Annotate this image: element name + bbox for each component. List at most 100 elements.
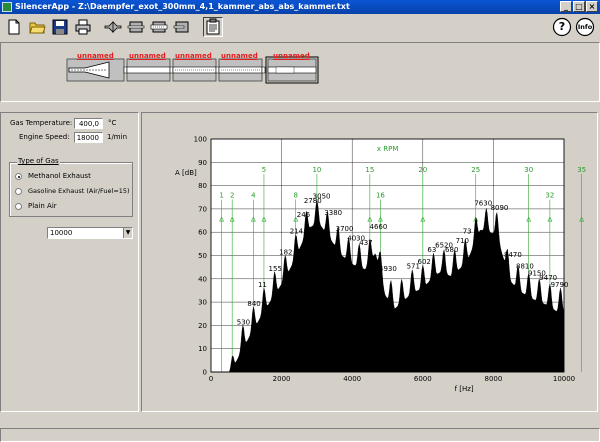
clipboard-icon — [206, 18, 220, 35]
order-label: 2 — [230, 192, 234, 200]
muffler-layout-panel: unnamed unnamed unnamed unnamed unnamed — [0, 42, 600, 102]
muffler-element-chamber-1[interactable] — [126, 58, 171, 82]
muffler-element-chamber-4[interactable] — [265, 56, 319, 84]
status-bar — [0, 428, 600, 442]
printer-icon — [75, 19, 91, 35]
peak-label: 710 — [456, 237, 469, 245]
engine-speed-input[interactable]: 18000 — [74, 132, 103, 143]
help-button[interactable]: ? — [551, 16, 573, 38]
cone-element-icon — [104, 21, 122, 33]
new-file-button[interactable] — [4, 17, 24, 37]
gas-option-gasoline-label[interactable]: Gasoline Exhaust (Air/Fuel=15) — [28, 187, 130, 195]
info-label: Info — [577, 23, 593, 31]
save-button[interactable] — [50, 17, 70, 37]
add-pipe-chamber-button[interactable] — [172, 17, 192, 37]
muffler-element-cone[interactable] — [66, 58, 125, 82]
gas-option-plain-air-radio[interactable] — [15, 203, 22, 210]
chart-panel: 1 2 4 5 8 10 15 16 20 25 30 32 35 530 840 11 155 182 214 2… — [141, 112, 598, 412]
peak-label: 214 — [290, 228, 304, 236]
peak-label: 3700 — [336, 225, 354, 233]
absorber-chamber-icon — [150, 21, 168, 33]
muffler-element-chamber-3[interactable] — [218, 58, 263, 82]
gas-option-gasoline-radio[interactable] — [15, 188, 22, 195]
chamber-label-5: unnamed — [273, 52, 310, 60]
y-tick-label: 100 — [194, 136, 207, 144]
chamber-label-1: unnamed — [77, 52, 114, 60]
title-bar: SilencerApp - Z:\Daempfer_exot_300mm_4,1… — [0, 0, 600, 14]
gas-option-methanol-radio[interactable] — [15, 173, 22, 180]
x-tick-label: 6000 — [414, 375, 432, 383]
settings-panel: Gas Temperature: 400,0 °C Engine Speed: … — [0, 112, 139, 412]
y-tick-label: 60 — [198, 229, 207, 237]
x-tick-label: 10000 — [553, 375, 575, 383]
x-tick-label: 8000 — [484, 375, 502, 383]
order-label: 30 — [524, 166, 533, 174]
order-label: 25 — [471, 166, 480, 174]
peak-label: 11 — [258, 281, 267, 289]
peak-label: 680 — [445, 246, 458, 254]
new-file-icon — [8, 19, 20, 35]
properties-button[interactable] — [203, 17, 223, 37]
minimize-button[interactable]: _ — [560, 1, 572, 12]
window-title: SilencerApp - Z:\Daempfer_exot_300mm_4,1… — [15, 2, 350, 11]
peak-label: 437 — [359, 239, 372, 247]
peak-label: 73 — [463, 228, 472, 236]
chamber-label-3: unnamed — [175, 52, 212, 60]
help-label: ? — [558, 20, 566, 33]
y-tick-label: 80 — [198, 182, 207, 190]
y-tick-label: 20 — [198, 322, 207, 330]
peak-label: 602 — [418, 258, 431, 266]
gas-temperature-label: Gas Temperature: — [10, 119, 73, 127]
open-file-button[interactable] — [27, 17, 47, 37]
floppy-icon — [52, 19, 68, 35]
peak-label: 3050 — [313, 193, 331, 201]
info-button[interactable]: Info — [574, 16, 596, 38]
frequency-range-value: 10000 — [50, 229, 73, 237]
add-cone-element-button[interactable] — [103, 17, 123, 37]
order-label: 35 — [577, 166, 586, 174]
y-tick-label: 0 — [203, 369, 207, 377]
gas-type-title: Type of Gas — [17, 157, 60, 165]
pipe-chamber-icon — [173, 21, 189, 33]
peak-label: 246 — [297, 211, 311, 219]
gas-option-plain-air-label[interactable]: Plain Air — [28, 202, 57, 210]
y-tick-label: 90 — [198, 159, 207, 167]
chevron-down-icon[interactable]: ▼ — [123, 228, 132, 238]
add-absorber-chamber-button[interactable] — [149, 17, 169, 37]
gas-option-methanol-label[interactable]: Methanol Exhaust — [28, 172, 91, 180]
rpm-axis-label: x RPM — [377, 145, 399, 153]
x-tick-label: 0 — [209, 375, 213, 383]
y-tick-label: 50 — [198, 252, 207, 260]
engine-speed-label: Engine Speed: — [19, 133, 70, 141]
close-button[interactable]: × — [586, 1, 598, 12]
peak-label: 4660 — [369, 223, 387, 231]
y-tick-label: 10 — [198, 345, 207, 353]
order-label: 4 — [251, 192, 256, 200]
add-chamber-button[interactable] — [126, 17, 146, 37]
chamber-label-4: unnamed — [221, 52, 258, 60]
order-label: 1 — [219, 192, 223, 200]
peak-label: 8470 — [504, 251, 522, 259]
peak-label: 4930 — [379, 265, 397, 273]
chamber-label-2: unnamed — [129, 52, 166, 60]
order-label: 15 — [365, 166, 374, 174]
peak-label: 182 — [279, 249, 292, 257]
print-button[interactable] — [73, 17, 93, 37]
x-tick-label: 2000 — [273, 375, 291, 383]
peak-label: 3380 — [324, 209, 342, 217]
peak-label: 530 — [237, 318, 250, 326]
engine-speed-unit: 1/min — [107, 133, 128, 141]
x-tick-label: 4000 — [343, 375, 361, 383]
order-label: 10 — [312, 166, 321, 174]
maximize-button[interactable]: □ — [573, 1, 585, 12]
order-label: 5 — [262, 166, 266, 174]
app-icon — [2, 2, 12, 12]
peak-label: 9790 — [551, 281, 569, 289]
folder-icon — [29, 22, 46, 34]
peak-label: 8090 — [491, 204, 509, 212]
muffler-element-chamber-2[interactable] — [172, 58, 217, 82]
frequency-range-select[interactable]: 10000 ▼ — [47, 227, 133, 239]
gas-temperature-input[interactable]: 400,0 — [74, 118, 103, 129]
peak-label: 155 — [269, 265, 282, 273]
peak-label: 840 — [247, 300, 260, 308]
